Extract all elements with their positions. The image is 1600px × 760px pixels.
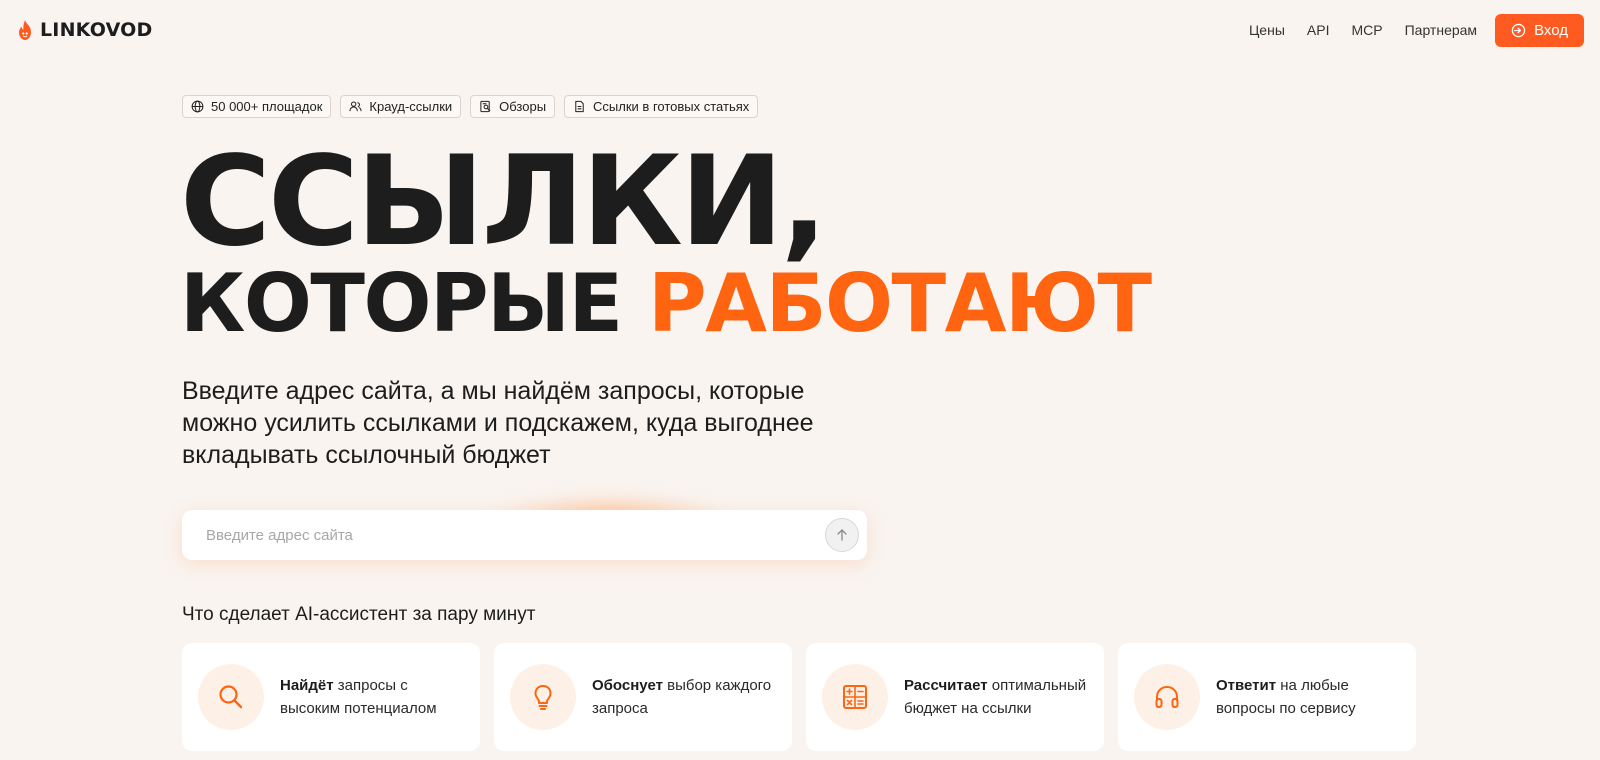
card-icon-bg	[822, 664, 888, 730]
card-text-bold: Ответит	[1216, 677, 1277, 694]
lightbulb-icon	[534, 685, 552, 710]
tag-label: 50 000+ площадок	[211, 99, 323, 114]
card-text: Ответит на любые вопросы по сервису	[1216, 674, 1400, 720]
feature-card-justify: Обоснует выбор каждого запроса	[494, 643, 792, 751]
card-text: Обоснует выбор каждого запроса	[592, 674, 776, 720]
card-text-bold: Найдёт	[280, 677, 334, 694]
submit-button[interactable]	[825, 518, 859, 552]
features-title: Что сделает AI-ассистент за пару минут	[182, 604, 536, 625]
nav-link-mcp[interactable]: MCP	[1351, 22, 1382, 38]
tag-platforms: 50 000+ площадок	[182, 95, 332, 118]
search-icon	[219, 685, 243, 709]
document-icon	[575, 100, 584, 113]
tag-article-links: Ссылки в готовых статьях	[564, 95, 759, 118]
tag-crowd-links: Крауд-ссылки	[340, 95, 462, 118]
feature-card-find: Найдёт запросы с высоким потенциалом	[182, 643, 480, 751]
top-nav: Цены API MCP Партнерам Вход	[1227, 13, 1584, 47]
feature-cards: Найдёт запросы с высоким потенциалом Обо…	[182, 643, 1416, 751]
arrow-up-icon	[837, 529, 847, 541]
header: LINKOVOD Цены API MCP Партнерам Вход	[0, 0, 1600, 60]
tag-label: Ссылки в готовых статьях	[593, 99, 750, 114]
logo[interactable]: LINKOVOD	[16, 19, 152, 41]
tag-label: Обзоры	[499, 99, 547, 114]
calculator-icon	[843, 685, 867, 709]
brand-name: LINKOVOD	[40, 19, 153, 41]
card-icon-bg	[198, 664, 264, 730]
feature-card-answer: Ответит на любые вопросы по сервису	[1118, 643, 1416, 751]
site-url-input[interactable]	[206, 526, 825, 544]
site-search-box	[182, 510, 867, 560]
feature-card-budget: Рассчитает оптимальный бюджет на ссылки	[806, 643, 1104, 751]
review-icon	[480, 100, 491, 113]
tag-label: Крауд-ссылки	[369, 99, 453, 114]
nav-link-api[interactable]: API	[1307, 22, 1330, 38]
card-text-bold: Рассчитает	[904, 677, 988, 694]
card-text-bold: Обоснует	[592, 677, 663, 694]
feature-tags: 50 000+ площадок Крауд-ссылки Обзоры Ссы…	[182, 95, 759, 118]
hero-title-accent: РАБОТАЮТ	[648, 257, 1152, 350]
users-icon	[349, 101, 362, 112]
flame-icon	[16, 20, 34, 40]
hero-subtitle: Введите адрес сайта, а мы найдём запросы…	[182, 377, 814, 469]
nav-link-prices[interactable]: Цены	[1249, 22, 1285, 38]
card-icon-bg	[510, 664, 576, 730]
hero-title-line1: ССЫЛКИ,	[180, 130, 828, 274]
card-text: Рассчитает оптимальный бюджет на ссылки	[904, 674, 1088, 720]
card-text: Найдёт запросы с высоким потенциалом	[280, 674, 464, 720]
login-label: Вход	[1534, 21, 1568, 39]
globe-icon	[191, 100, 204, 113]
hero-title-line2: КОТОРЫЕ РАБОТАЮТ	[180, 262, 1152, 346]
card-icon-bg	[1134, 664, 1200, 730]
hero-title-dark: КОТОРЫЕ	[180, 257, 623, 350]
tag-reviews: Обзоры	[470, 95, 556, 118]
login-button[interactable]: Вход	[1495, 13, 1584, 47]
login-icon	[1511, 23, 1526, 37]
nav-link-partners[interactable]: Партнерам	[1405, 22, 1477, 38]
landing-page: LINKOVOD Цены API MCP Партнерам Вход 50 …	[0, 0, 1600, 760]
headphones-icon	[1155, 685, 1179, 708]
